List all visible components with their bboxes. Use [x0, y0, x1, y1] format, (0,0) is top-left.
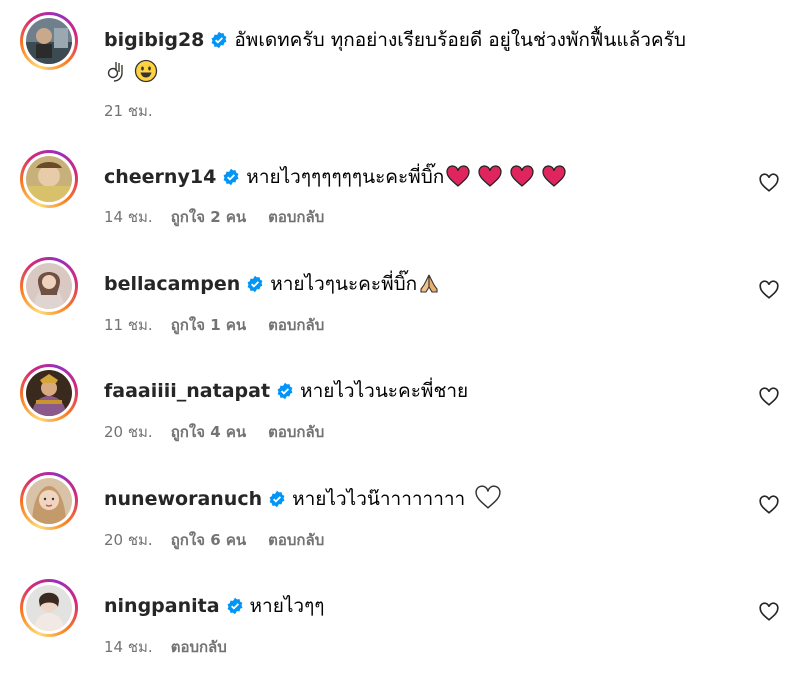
- red-heart-emoji-icon: [510, 165, 534, 195]
- avatar: [26, 263, 72, 309]
- avatar-ring[interactable]: [20, 257, 78, 315]
- likes-count-link[interactable]: ถูกใจ 4 คน: [171, 423, 246, 441]
- comment-time: 14 ชม.: [104, 638, 153, 656]
- comment-username[interactable]: bigibig28: [104, 29, 204, 51]
- verified-badge-icon: [222, 166, 240, 194]
- comment-text: หายไวไวนะคะพี่ชาย: [300, 380, 469, 402]
- like-heart-icon[interactable]: [758, 494, 780, 516]
- verified-badge-icon: [276, 380, 294, 408]
- comment-username[interactable]: faaaiiii_natapat: [104, 380, 270, 402]
- like-heart-icon[interactable]: [758, 172, 780, 194]
- comment-username[interactable]: bellacampen: [104, 273, 240, 295]
- comment-text: อัพเดทครับ ทุกอย่างเรียบร้อยดี อยู่ในช่ว…: [234, 29, 686, 51]
- reply-button[interactable]: ตอบกลับ: [268, 316, 324, 334]
- comment-text: หายไวๆๆๆๆๆๆนะคะพี่บิ๊ก: [246, 166, 445, 188]
- comment-text: หายไวไวน๊าาาาาาาา: [292, 488, 466, 510]
- avatar-ring[interactable]: [20, 364, 78, 422]
- like-heart-icon[interactable]: [758, 279, 780, 301]
- comment-time: 20 ชม.: [104, 531, 153, 549]
- avatar-ring[interactable]: [20, 472, 78, 530]
- comment-text: หายไวๆนะคะพี่บิ๊ก: [270, 273, 418, 295]
- red-heart-emoji-icon: [478, 165, 502, 195]
- verified-badge-icon: [268, 488, 286, 516]
- folded-hands-emoji-icon: [417, 271, 441, 303]
- red-heart-emoji-icon: [446, 165, 470, 195]
- like-heart-icon[interactable]: [758, 601, 780, 623]
- avatar: [26, 478, 72, 524]
- verified-badge-icon: [210, 29, 228, 57]
- reply-button[interactable]: ตอบกลับ: [268, 208, 324, 226]
- likes-count-link[interactable]: ถูกใจ 6 คน: [171, 531, 246, 549]
- verified-badge-icon: [246, 273, 264, 301]
- like-heart-icon[interactable]: [758, 386, 780, 408]
- smiley-emoji-icon: [134, 59, 158, 91]
- avatar: [26, 156, 72, 202]
- white-heart-emoji-icon: [475, 485, 501, 517]
- avatar: [26, 18, 72, 64]
- verified-badge-icon: [226, 595, 244, 623]
- avatar-ring[interactable]: [20, 150, 78, 208]
- comment-username[interactable]: ningpanita: [104, 595, 220, 617]
- likes-count-link[interactable]: ถูกใจ 2 คน: [171, 208, 246, 226]
- red-heart-emoji-icon: [542, 165, 566, 195]
- reply-button[interactable]: ตอบกลับ: [171, 638, 227, 656]
- avatar-ring[interactable]: [20, 12, 78, 70]
- comment-username[interactable]: nuneworanuch: [104, 488, 262, 510]
- comment-time: 21 ชม.: [104, 102, 153, 120]
- avatar: [26, 370, 72, 416]
- reply-button[interactable]: ตอบกลับ: [268, 531, 324, 549]
- avatar-ring[interactable]: [20, 579, 78, 637]
- comment-username[interactable]: cheerny14: [104, 166, 216, 188]
- comment-emojis: [104, 58, 158, 91]
- avatar: [26, 585, 72, 631]
- reply-button[interactable]: ตอบกลับ: [268, 423, 324, 441]
- comment-time: 14 ชม.: [104, 208, 153, 226]
- likes-count-link[interactable]: ถูกใจ 1 คน: [171, 316, 246, 334]
- comment-text: หายไวๆๆ: [249, 595, 325, 617]
- comment-time: 20 ชม.: [104, 423, 153, 441]
- ok-hand-emoji-icon: [104, 59, 128, 91]
- comment-time: 11 ชม.: [104, 316, 153, 334]
